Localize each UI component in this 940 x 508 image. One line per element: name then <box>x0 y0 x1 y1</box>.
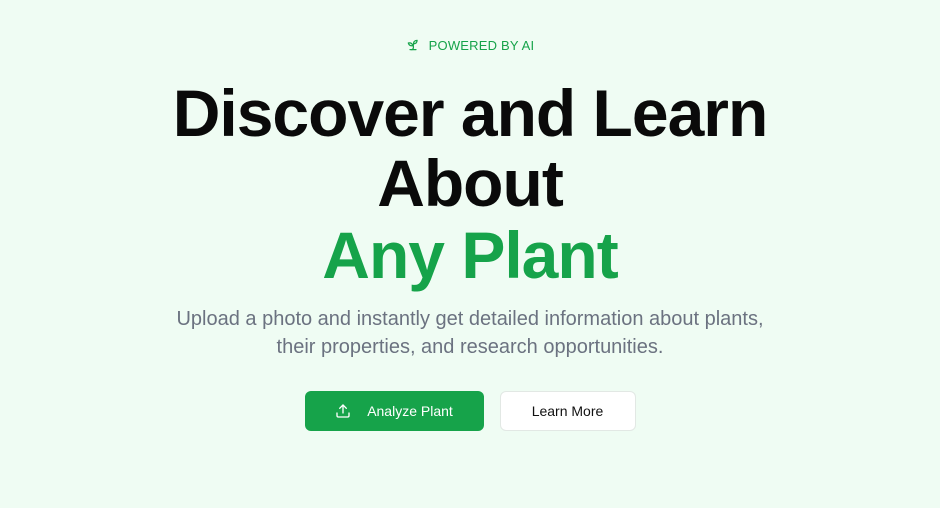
subtitle-line-1: Upload a photo and instantly get detaile… <box>176 308 764 330</box>
headline-line-2: About <box>377 146 564 220</box>
upload-icon <box>335 403 351 419</box>
hero-section: POWERED BY AI Discover and Learn About A… <box>0 0 940 508</box>
learn-more-label: Learn More <box>531 403 604 419</box>
learn-more-button[interactable]: Learn More <box>499 391 636 431</box>
analyze-plant-button[interactable]: Analyze Plant <box>304 391 484 431</box>
hero-actions: Analyze Plant Learn More <box>0 391 940 431</box>
powered-by-badge: POWERED BY AI <box>0 36 940 54</box>
subtitle-line-2: their properties, and research opportuni… <box>276 336 664 358</box>
badge-label: POWERED BY AI <box>428 37 535 53</box>
headline-highlight: Any Plant <box>322 218 618 292</box>
analyze-plant-label: Analyze Plant <box>367 403 453 419</box>
sprout-icon <box>406 38 420 52</box>
headline-line-1: Discover and Learn <box>172 76 769 150</box>
